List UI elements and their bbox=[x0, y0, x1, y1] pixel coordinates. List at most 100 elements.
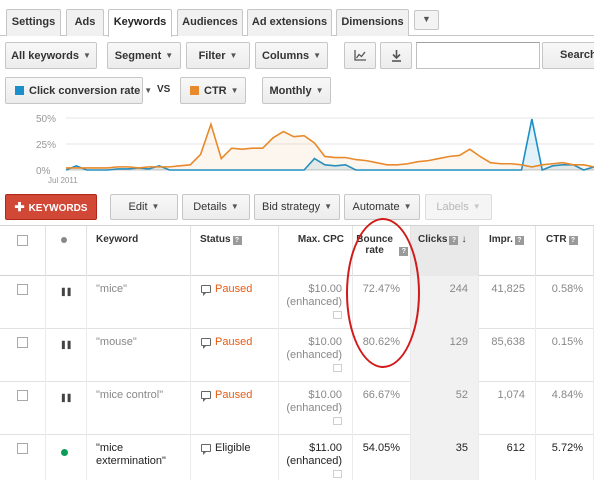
row-select-cell bbox=[0, 276, 46, 329]
tab-dimensions[interactable]: Dimensions bbox=[336, 9, 409, 36]
keyword-text[interactable]: "mice extermination" bbox=[87, 435, 191, 480]
table-header: Keyword Status? Max. CPC Bounce rate ? C… bbox=[0, 226, 594, 276]
metric1-color-swatch bbox=[15, 86, 24, 95]
tab-settings[interactable]: Settings bbox=[6, 9, 61, 36]
period-dropdown[interactable]: Monthly ▼ bbox=[262, 77, 331, 104]
header-select bbox=[0, 226, 46, 276]
table-row[interactable]: ❚❚ "mice control" Paused $10.00 (enhanced) 66… bbox=[0, 382, 594, 435]
tab-audiences[interactable]: Audiences bbox=[177, 9, 243, 36]
toggle-graph-button[interactable] bbox=[344, 42, 376, 69]
chevron-down-icon: ▼ bbox=[82, 51, 91, 60]
header-clicks[interactable]: Clicks? ↓ bbox=[411, 226, 479, 276]
max-cpc-cell[interactable]: $11.00 (enhanced) bbox=[279, 435, 353, 480]
edit-bid-icon[interactable] bbox=[333, 470, 342, 478]
speech-bubble-icon[interactable] bbox=[201, 391, 211, 402]
max-cpc-cell[interactable]: $10.00 (enhanced) bbox=[279, 329, 353, 382]
chevron-down-icon: ▼ bbox=[165, 51, 174, 60]
row-checkbox[interactable] bbox=[17, 337, 28, 348]
speech-bubble-icon[interactable] bbox=[201, 285, 211, 296]
period-label: Monthly bbox=[269, 85, 312, 97]
clicks-cell: 129 bbox=[411, 329, 479, 382]
enabled-dot-icon[interactable] bbox=[61, 449, 68, 456]
max-cpc-cell[interactable]: $10.00 (enhanced) bbox=[279, 382, 353, 435]
filter-dropdown[interactable]: Filter ▼ bbox=[186, 42, 250, 69]
header-keyword[interactable]: Keyword bbox=[87, 226, 191, 276]
header-impr[interactable]: Impr.? bbox=[479, 226, 536, 276]
bounce-rate-cell: 80.62% bbox=[353, 329, 411, 382]
table-row[interactable]: "mice extermination" Eligible $11.00 (enhan… bbox=[0, 435, 594, 480]
tab-ad-extensions[interactable]: Ad extensions bbox=[247, 9, 332, 36]
row-checkbox[interactable] bbox=[17, 390, 28, 401]
download-button[interactable] bbox=[380, 42, 412, 69]
select-all-checkbox[interactable] bbox=[17, 235, 28, 246]
row-state-cell: ❚❚ bbox=[46, 382, 87, 435]
header-ctr[interactable]: CTR? bbox=[536, 226, 594, 276]
edit-label: Edit bbox=[128, 201, 148, 213]
metric2-dropdown[interactable]: CTR ▼ bbox=[180, 77, 246, 104]
max-cpc-cell[interactable]: $10.00 (enhanced) bbox=[279, 276, 353, 329]
keyword-text[interactable]: "mice" bbox=[87, 276, 191, 329]
help-icon[interactable]: ? bbox=[232, 236, 242, 245]
keyword-text[interactable]: "mice control" bbox=[87, 382, 191, 435]
edit-bid-icon[interactable] bbox=[333, 311, 342, 319]
help-icon[interactable]: ? bbox=[514, 236, 524, 245]
line-chart-icon bbox=[353, 50, 366, 61]
columns-label: Columns bbox=[262, 50, 310, 62]
segment-label: Segment bbox=[114, 50, 162, 62]
keyword-text[interactable]: "mouse" bbox=[87, 329, 191, 382]
automate-dropdown[interactable]: Automate ▼ bbox=[344, 194, 420, 220]
pause-icon[interactable]: ❚❚ bbox=[60, 340, 72, 349]
row-state-cell bbox=[46, 435, 87, 480]
header-bounce-rate[interactable]: Bounce rate ? bbox=[353, 226, 411, 276]
metric2-color-swatch bbox=[190, 86, 199, 95]
impr-cell: 612 bbox=[479, 435, 536, 480]
row-checkbox[interactable] bbox=[17, 443, 28, 454]
labels-label: Labels bbox=[436, 201, 469, 213]
speech-bubble-icon[interactable] bbox=[201, 444, 211, 455]
header-max-cpc[interactable]: Max. CPC bbox=[279, 226, 353, 276]
help-icon[interactable]: ? bbox=[568, 236, 578, 245]
chevron-down-icon: ▼ bbox=[315, 86, 324, 95]
search-button[interactable]: Search bbox=[542, 42, 594, 69]
pause-icon[interactable]: ❚❚ bbox=[60, 393, 72, 402]
columns-dropdown[interactable]: Columns ▼ bbox=[255, 42, 328, 69]
bounce-rate-cell: 72.47% bbox=[353, 276, 411, 329]
table-row[interactable]: ❚❚ "mouse" Paused $10.00 (enhanced) 80.62% 129… bbox=[0, 329, 594, 382]
edit-bid-icon[interactable] bbox=[333, 364, 342, 372]
table-row[interactable]: ❚❚ "mice" Paused $10.00 (enhanced) 72.47% 244 4… bbox=[0, 276, 594, 329]
edit-bid-icon[interactable] bbox=[333, 417, 342, 425]
header-status[interactable]: Status? bbox=[191, 226, 279, 276]
max-cpc-note: (enhanced) bbox=[286, 349, 342, 361]
more-tabs-button[interactable]: ▼ bbox=[414, 10, 439, 30]
search-input[interactable] bbox=[416, 42, 540, 69]
details-dropdown[interactable]: Details ▼ bbox=[182, 194, 250, 220]
status-cell: Paused bbox=[191, 276, 279, 329]
status-text: Paused bbox=[215, 389, 253, 401]
bounce-rate-cell: 54.05% bbox=[353, 435, 411, 480]
all-keywords-label: All keywords bbox=[11, 50, 79, 62]
speech-bubble-icon[interactable] bbox=[201, 338, 211, 349]
help-icon[interactable]: ? bbox=[449, 236, 459, 245]
help-icon[interactable]: ? bbox=[399, 247, 409, 256]
max-cpc-value: $11.00 bbox=[309, 442, 342, 454]
row-checkbox[interactable] bbox=[17, 284, 28, 295]
max-cpc-value: $10.00 bbox=[308, 389, 342, 401]
add-keywords-button[interactable]: ✚ KEYWORDS bbox=[5, 194, 97, 220]
status-cell: Eligible bbox=[191, 435, 279, 480]
metric1-dropdown[interactable]: Click conversion rate ▼ bbox=[5, 77, 152, 104]
segment-dropdown[interactable]: Segment ▼ bbox=[107, 42, 181, 69]
all-keywords-dropdown[interactable]: All keywords ▼ bbox=[5, 42, 97, 69]
tab-ads[interactable]: Ads bbox=[66, 9, 104, 36]
automate-label: Automate bbox=[352, 201, 400, 213]
status-dot-icon bbox=[61, 237, 67, 243]
chevron-down-icon: ▼ bbox=[324, 202, 332, 211]
chevron-down-icon: ▼ bbox=[151, 202, 160, 211]
bid-strategy-dropdown[interactable]: Bid strategy ▼ bbox=[254, 194, 340, 220]
status-text: Eligible bbox=[215, 442, 251, 454]
row-state-cell: ❚❚ bbox=[46, 329, 87, 382]
keywords-table: Keyword Status? Max. CPC Bounce rate ? C… bbox=[0, 225, 594, 480]
edit-dropdown[interactable]: Edit ▼ bbox=[110, 194, 178, 220]
tab-keywords[interactable]: Keywords bbox=[108, 9, 172, 37]
header-status-dot bbox=[46, 226, 87, 276]
pause-icon[interactable]: ❚❚ bbox=[60, 287, 72, 296]
